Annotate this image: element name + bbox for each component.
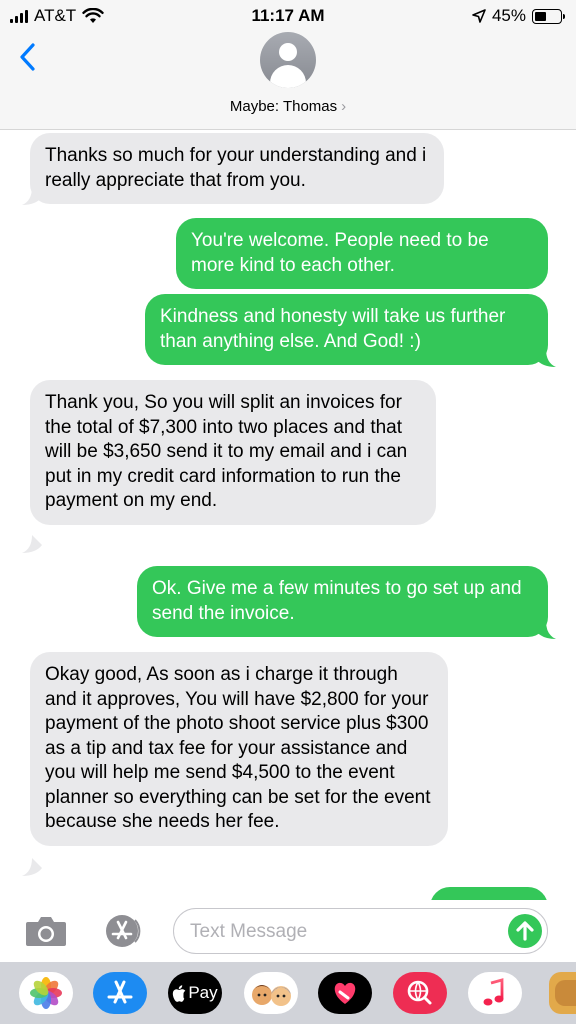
globe-search-glyph <box>407 980 432 1005</box>
memoji-faces <box>252 985 291 1006</box>
send-button[interactable] <box>508 914 542 948</box>
digital-touch-icon[interactable] <box>318 972 372 1014</box>
app-store-icon[interactable] <box>93 972 147 1014</box>
message-text: Ok. Give me a few minutes to go set up a… <box>152 578 522 624</box>
apple-pay-label: Pay <box>188 983 218 1002</box>
message-text: You're welcome. People need to be more k… <box>191 230 489 276</box>
bubble-tail <box>22 535 42 553</box>
music-icon[interactable] <box>468 972 522 1014</box>
message-text: Okay good, As soon as i charge it throug… <box>45 664 431 832</box>
apple-pay-icon[interactable]: Pay <box>168 972 222 1014</box>
message-bubble-incoming[interactable]: Thanks so much for your understanding an… <box>30 133 444 204</box>
arrow-up-icon <box>516 921 534 941</box>
message-bubble-outgoing[interactable]: Ok. Give me a few minutes to go set up a… <box>137 566 548 637</box>
message-text-field[interactable] <box>173 908 548 954</box>
message-bubble-outgoing[interactable]: You're welcome. People need to be more k… <box>176 218 548 289</box>
message-input[interactable] <box>190 919 490 945</box>
status-bar: AT&T 11:17 AM 45% <box>0 0 576 32</box>
location-arrow-icon <box>472 9 486 23</box>
chevron-right-icon: › <box>341 98 347 115</box>
app-store-glyph <box>107 980 133 1004</box>
message-text: Thanks so much for your understanding an… <box>45 145 427 191</box>
camera-icon[interactable] <box>24 914 68 948</box>
app-partial-icon[interactable] <box>549 972 576 1014</box>
message-bubble-incoming[interactable]: Okay good, As soon as i charge it throug… <box>30 652 448 846</box>
photos-flower <box>30 977 62 1009</box>
images-search-icon[interactable] <box>393 972 447 1014</box>
person-silhouette-icon[interactable] <box>260 32 316 88</box>
compose-bar <box>0 900 576 962</box>
bubble-tail <box>22 187 42 205</box>
memoji-icon[interactable] <box>244 972 298 1014</box>
battery-percent: 45% <box>491 6 526 25</box>
app-store-icon[interactable] <box>98 912 146 950</box>
music-note-glyph <box>483 978 504 1006</box>
app-drawer: Pay <box>0 962 576 1024</box>
bubble-tail <box>536 349 556 367</box>
heart-touch-glyph <box>334 982 356 1004</box>
message-bubble-incoming[interactable]: Thank you, So you will split an invoices… <box>30 380 436 525</box>
message-text: Thank you, So you will split an invoices… <box>45 392 408 511</box>
bubble-tail <box>536 621 556 639</box>
contact-name-button[interactable]: Maybe: Thomas › <box>0 98 576 115</box>
status-right: 45% <box>472 6 565 26</box>
photos-icon[interactable] <box>19 972 73 1014</box>
battery-icon <box>532 8 565 24</box>
message-text: Kindness and honesty will take us furthe… <box>160 306 506 352</box>
conversation-header: Maybe: Thomas › <box>0 32 576 130</box>
bubble-tail <box>22 858 42 876</box>
message-bubble-outgoing[interactable]: Kindness and honesty will take us furthe… <box>145 294 548 365</box>
chevron-left-icon[interactable] <box>16 42 40 72</box>
apple-logo-icon <box>173 984 186 1002</box>
contact-name: Maybe: Thomas <box>229 98 338 115</box>
